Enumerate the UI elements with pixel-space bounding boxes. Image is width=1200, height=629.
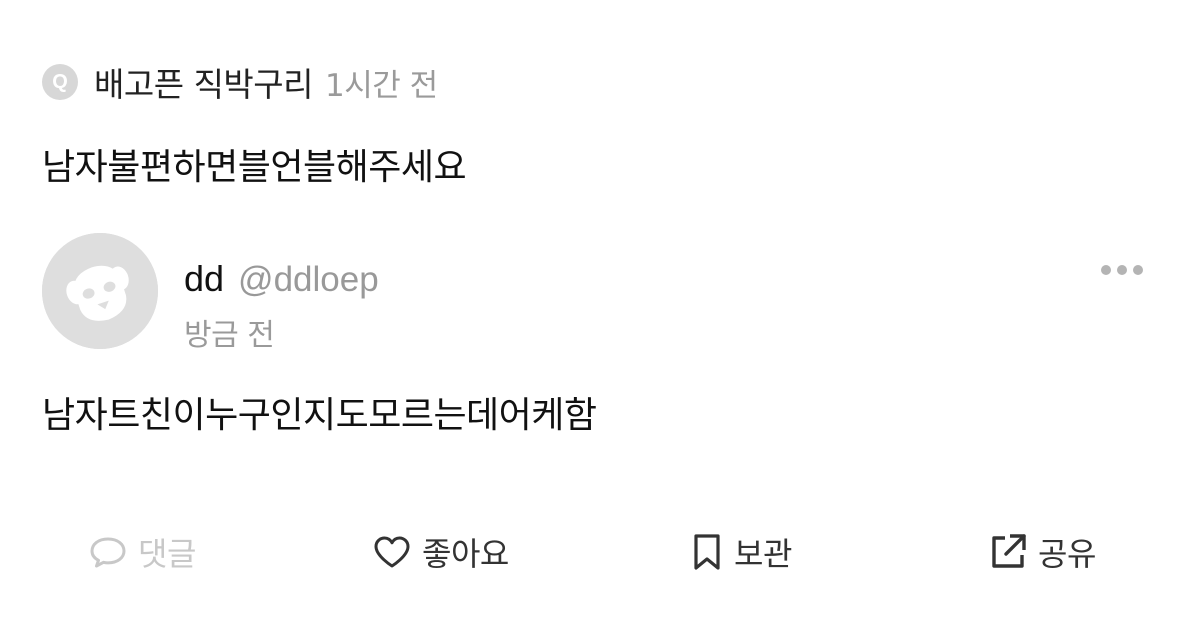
comment-label: 댓글: [138, 535, 196, 573]
default-avatar-icon: [42, 233, 158, 349]
comment-button[interactable]: 댓글: [88, 524, 196, 580]
heart-icon: [372, 534, 412, 570]
author-name[interactable]: dd: [184, 258, 224, 300]
like-label: 좋아요: [422, 535, 509, 573]
save-label: 보관: [734, 535, 792, 573]
answer-text: 남자트친이누구인지도모르는데어케함: [42, 395, 597, 436]
author-handle[interactable]: @ddloep: [238, 260, 379, 300]
question-timestamp: 1시간 전: [325, 67, 438, 104]
asker-name[interactable]: 배고픈 직박구리: [94, 58, 314, 106]
share-label: 공유: [1038, 535, 1096, 573]
answer-timestamp: 방금 전: [184, 318, 275, 353]
question-header: Q 배고픈 직박구리 1시간 전: [42, 58, 438, 106]
like-button[interactable]: 좋아요: [372, 524, 509, 580]
share-icon: [988, 532, 1028, 572]
share-button[interactable]: 공유: [988, 524, 1096, 580]
action-bar: 댓글 좋아요 보관 공유: [0, 524, 1200, 580]
more-options-button[interactable]: [1096, 258, 1148, 282]
author-avatar[interactable]: [42, 233, 158, 349]
question-badge-icon: Q: [42, 64, 78, 100]
author-line: dd @ddloep: [184, 258, 379, 300]
save-button[interactable]: 보관: [690, 524, 792, 580]
more-options-icon: [1101, 265, 1143, 275]
question-text: 남자불편하면블언블해주세요: [42, 147, 467, 188]
bookmark-icon: [690, 532, 724, 572]
comment-icon: [88, 534, 128, 570]
